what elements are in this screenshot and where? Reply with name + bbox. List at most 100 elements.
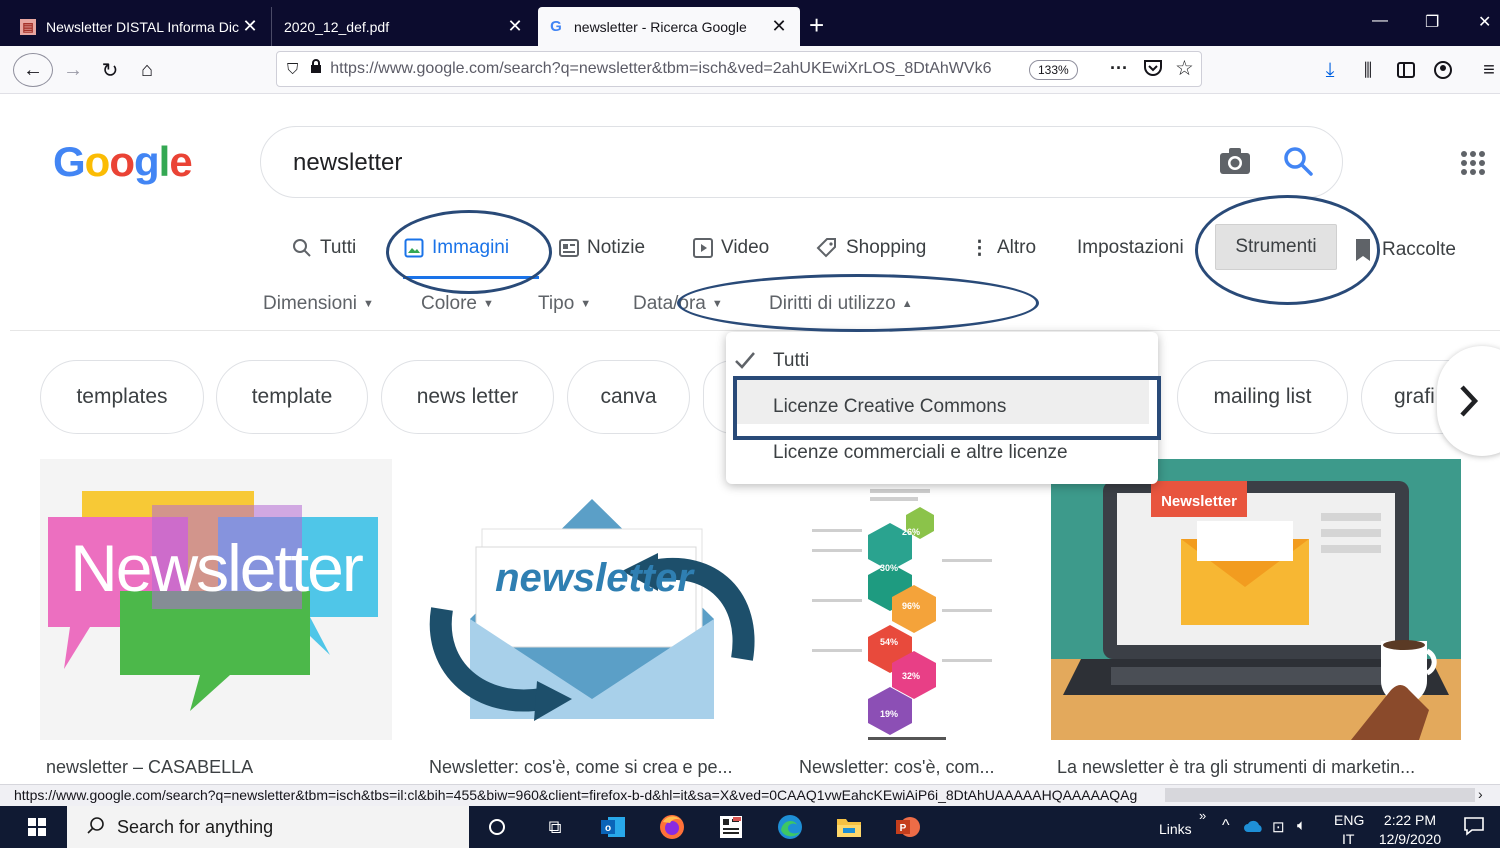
close-tab-icon[interactable]: ✕ <box>768 16 790 37</box>
chip-templates[interactable]: templates <box>40 360 204 434</box>
tab-notizie[interactable]: Notizie <box>559 236 645 260</box>
edge-icon[interactable] <box>775 812 805 842</box>
links-label: Links <box>1159 821 1192 837</box>
browser-tab-2[interactable]: 2020_12_def.pdf ✕ <box>274 7 536 46</box>
pocket-icon[interactable] <box>1143 58 1163 83</box>
search-query-text[interactable]: newsletter <box>293 149 402 177</box>
tray-chevron-up-icon[interactable]: ^ <box>1222 817 1230 835</box>
downloads-icon[interactable]: ⤓ <box>1318 55 1342 85</box>
forward-arrow-icon[interactable]: → <box>62 55 84 85</box>
result-caption-1[interactable]: newsletter – CASABELLA <box>46 757 253 778</box>
filter-colore[interactable]: Colore ▼ <box>421 293 494 315</box>
menu-item-licenze-commerciali[interactable]: Licenze commerciali e altre licenze <box>773 442 1068 464</box>
google-logo[interactable]: Google <box>53 138 193 186</box>
tab-title: 2020_12_def.pdf <box>284 18 390 35</box>
zoom-level-badge[interactable]: 133% <box>1029 60 1078 80</box>
result-image-2[interactable]: newsletter <box>422 459 761 740</box>
close-tab-icon[interactable]: ✕ <box>504 16 526 37</box>
home-icon[interactable]: ⌂ <box>135 55 159 85</box>
window-close-icon[interactable]: ✕ <box>1478 12 1491 32</box>
network-icon[interactable]: ⊡ <box>1272 818 1285 836</box>
chip-label: news letter <box>416 385 519 408</box>
library-icon[interactable]: ⫼ <box>1356 55 1380 85</box>
new-tab-icon[interactable]: + <box>809 12 824 38</box>
chip-label: templates <box>76 385 168 408</box>
windows-start-icon[interactable] <box>22 812 52 842</box>
collections-label: Raccolte <box>1382 239 1456 260</box>
result-image-4[interactable]: Newsletter <box>1051 459 1461 740</box>
filter-tipo[interactable]: Tipo ▼ <box>538 293 591 315</box>
lang-secondary: IT <box>1342 831 1355 847</box>
restore-icon[interactable]: ❐ <box>1425 12 1439 32</box>
outlook-icon[interactable]: o <box>598 812 628 842</box>
tab-label: Tutti <box>320 237 357 258</box>
status-bar: https://www.google.com/search?q=newslett… <box>0 784 1500 806</box>
stat-label: 96% <box>902 601 920 611</box>
divider <box>10 330 1500 331</box>
volume-icon[interactable]: 🔈︎ <box>1297 817 1306 834</box>
tab-video[interactable]: Video <box>693 236 769 260</box>
bookmark-star-icon[interactable]: ☆ <box>1175 56 1194 81</box>
stat-label: 26% <box>902 527 920 537</box>
result-caption-4[interactable]: La newsletter è tra gli strumenti di mar… <box>1057 757 1415 778</box>
links-toolbar[interactable]: Links <box>1159 821 1192 837</box>
chip-canva[interactable]: canva <box>567 360 690 434</box>
chip-mailing-list[interactable]: mailing list <box>1177 360 1348 434</box>
lock-icon[interactable] <box>310 59 322 79</box>
page-actions-icon[interactable]: ··· <box>1110 58 1128 79</box>
clock[interactable]: 2:22 PM 12/9/2020 <box>1377 811 1443 849</box>
hamburger-menu-icon[interactable]: ≡ <box>1478 55 1500 85</box>
firefox-icon[interactable] <box>657 812 687 842</box>
app-icon[interactable] <box>716 812 746 842</box>
annotation-ellipse-usage-rights <box>677 274 1039 332</box>
browser-tab-3-active[interactable]: G newsletter - Ricerca Google ✕ <box>538 7 800 46</box>
chip-label: template <box>251 385 333 408</box>
shield-icon[interactable]: ⛉ <box>287 61 298 78</box>
tab-tutti[interactable]: Tutti <box>292 236 356 260</box>
filter-dimensioni[interactable]: Dimensioni ▼ <box>263 293 374 315</box>
camera-search-icon[interactable] <box>1219 147 1251 180</box>
address-bar[interactable]: ⛉ https://www.google.com/search?q=newsle… <box>276 51 1202 87</box>
annotation-ellipse-immagini <box>386 210 552 294</box>
chip-news-letter[interactable]: news letter <box>381 360 554 434</box>
result-image-1[interactable]: Newsletter <box>40 459 392 740</box>
tab-label: Altro <box>997 237 1037 258</box>
task-view-icon[interactable]: ⧉ <box>540 812 570 842</box>
tab-shopping[interactable]: Shopping <box>816 236 926 260</box>
links-expand-icon[interactable]: » <box>1199 808 1206 823</box>
stat-label: 19% <box>880 709 898 719</box>
browser-tab-1[interactable]: ▤ Newsletter DISTAL Informa Dic ✕ <box>10 7 272 46</box>
minimize-icon[interactable]: — <box>1372 12 1388 30</box>
checkmark-icon <box>734 350 756 375</box>
horizontal-scrollbar[interactable] <box>1165 788 1475 802</box>
file-explorer-icon[interactable] <box>834 812 864 842</box>
notification-center-icon[interactable] <box>1464 816 1484 839</box>
sidebar-icon[interactable] <box>1394 55 1418 85</box>
apps-grid-icon[interactable] <box>1460 150 1486 181</box>
result-caption-3[interactable]: Newsletter: cos'è, com... <box>799 757 995 778</box>
powerpoint-icon[interactable]: P <box>893 812 923 842</box>
reload-icon[interactable]: ↻ <box>98 55 122 85</box>
search-icon[interactable] <box>1283 146 1313 181</box>
tab-altro[interactable]: ⋮ Altro <box>970 236 1036 260</box>
result-caption-2[interactable]: Newsletter: cos'è, come si crea e pe... <box>429 757 733 778</box>
scroll-right-icon[interactable]: › <box>1478 786 1483 802</box>
menu-item-tutti[interactable]: Tutti <box>773 350 809 372</box>
chevron-right-icon[interactable] <box>1437 346 1500 456</box>
cortana-icon[interactable] <box>482 812 512 842</box>
taskbar-search-box[interactable]: Search for anything <box>67 806 469 848</box>
back-arrow-icon[interactable]: ← <box>13 53 53 87</box>
clock-date: 12/9/2020 <box>1378 831 1442 847</box>
onedrive-icon[interactable] <box>1244 819 1264 836</box>
result-image-3[interactable]: 26% 30% 96% 54% 32% 19% <box>792 459 1019 740</box>
language-indicator[interactable]: ENG IT <box>1334 811 1364 849</box>
play-icon <box>693 238 713 258</box>
account-icon[interactable] <box>1431 55 1455 85</box>
chip-template[interactable]: template <box>216 360 368 434</box>
tab-title: Newsletter DISTAL Informa Dic <box>46 18 239 35</box>
search-box[interactable]: newsletter <box>260 126 1343 198</box>
url-text: https://www.google.com/search?q=newslett… <box>330 60 992 77</box>
settings-link[interactable]: Impostazioni <box>1077 236 1184 260</box>
news-icon <box>559 239 579 257</box>
close-tab-icon[interactable]: ✕ <box>239 16 261 37</box>
